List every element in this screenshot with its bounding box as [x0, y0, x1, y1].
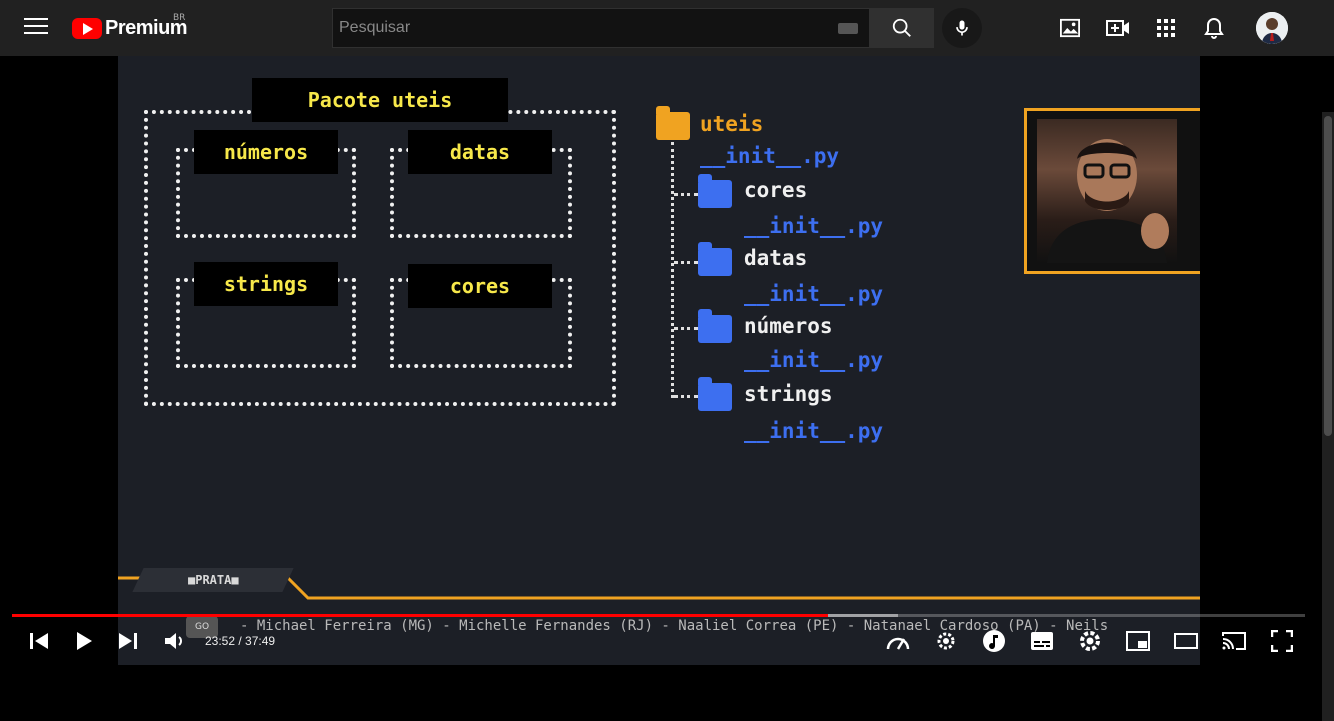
menu-icon[interactable] — [24, 18, 48, 38]
play-button[interactable] — [71, 628, 97, 654]
subtitles-icon — [1031, 632, 1053, 650]
tree-root-label: uteis — [700, 112, 764, 136]
previous-button[interactable] — [26, 628, 52, 654]
init-file: __init__.py — [744, 419, 884, 443]
theater-mode-button[interactable] — [1173, 628, 1199, 654]
tree-connector — [674, 193, 698, 196]
search-icon — [892, 18, 911, 37]
volume-button[interactable] — [162, 628, 188, 654]
tree-folder-label: cores — [744, 178, 808, 202]
folder-icon — [656, 106, 690, 140]
package-title: Pacote uteis — [252, 78, 508, 122]
tree-connector — [671, 142, 674, 398]
presenter-video — [1037, 119, 1177, 263]
fullscreen-button[interactable] — [1269, 628, 1295, 654]
tree-connector — [674, 395, 698, 398]
music-note-icon — [983, 630, 1005, 652]
image-icon[interactable] — [1058, 16, 1082, 40]
webcam-overlay — [1024, 108, 1200, 274]
youtube-logo[interactable]: Premium — [72, 16, 188, 40]
video-player[interactable]: Pacote uteis números datas strings cores… — [0, 56, 1334, 721]
music-button[interactable] — [981, 628, 1007, 654]
theater-mode-icon — [1174, 633, 1198, 649]
user-avatar-icon — [1256, 12, 1288, 44]
playback-speed-button[interactable] — [885, 628, 911, 654]
module-label: datas — [408, 130, 552, 174]
cog-icon — [937, 632, 955, 650]
miniplayer-button[interactable] — [1125, 628, 1151, 654]
init-file: __init__.py — [744, 348, 884, 372]
subtitles-button[interactable] — [1029, 628, 1055, 654]
folder-icon — [698, 377, 732, 411]
youtube-play-icon — [72, 17, 102, 39]
progress-played — [12, 614, 828, 617]
init-file: __init__.py — [744, 214, 884, 238]
miniplayer-icon — [1126, 631, 1150, 651]
keyboard-icon[interactable] — [838, 23, 858, 34]
play-icon — [77, 632, 92, 650]
init-file: __init__.py — [700, 144, 840, 168]
stable-volume-button[interactable] — [933, 628, 959, 654]
gear-icon — [1080, 631, 1100, 651]
speedometer-icon — [886, 637, 910, 650]
search-bar — [332, 8, 934, 48]
apps-icon[interactable] — [1154, 16, 1178, 40]
masthead: Premium BR — [0, 0, 1334, 56]
mic-icon — [956, 20, 968, 36]
module-label: strings — [194, 262, 338, 306]
avatar[interactable] — [1256, 12, 1288, 44]
time-display: 23:52 / 37:49 — [205, 634, 276, 648]
cast-icon — [1222, 632, 1246, 650]
init-file: __init__.py — [744, 282, 884, 306]
search-input[interactable] — [332, 8, 870, 48]
skip-next-icon — [119, 633, 137, 649]
progress-bar[interactable] — [12, 614, 1305, 617]
tree-folder-label: strings — [744, 382, 833, 406]
presenter-image — [1047, 139, 1169, 263]
tree-connector — [674, 261, 698, 264]
skip-previous-icon — [30, 633, 48, 649]
video-frame: Pacote uteis números datas strings cores… — [118, 56, 1200, 665]
fullscreen-icon — [1271, 630, 1293, 652]
tree-folder-label: datas — [744, 246, 808, 270]
search-button[interactable] — [870, 8, 934, 48]
supporters-ticker: - Michael Ferreira (MG) - Michelle Ferna… — [240, 618, 1109, 634]
module-label: cores — [408, 264, 552, 308]
folder-icon — [698, 174, 732, 208]
cast-button[interactable] — [1221, 628, 1247, 654]
settings-button[interactable] — [1077, 628, 1103, 654]
tree-folder-label: números — [744, 314, 833, 338]
scrollbar-thumb[interactable] — [1324, 116, 1332, 436]
folder-icon — [698, 309, 732, 343]
create-video-icon[interactable] — [1106, 16, 1130, 40]
region-code: BR — [173, 13, 186, 23]
module-label: números — [194, 130, 338, 174]
voice-search-button[interactable] — [942, 8, 982, 48]
scrollbar[interactable] — [1322, 112, 1334, 721]
rank-badge: ■PRATA■ — [132, 568, 294, 592]
folder-icon — [698, 242, 732, 276]
tree-connector — [674, 327, 698, 330]
bell-icon[interactable] — [1202, 16, 1226, 40]
volume-icon — [165, 633, 182, 649]
next-button[interactable] — [115, 628, 141, 654]
